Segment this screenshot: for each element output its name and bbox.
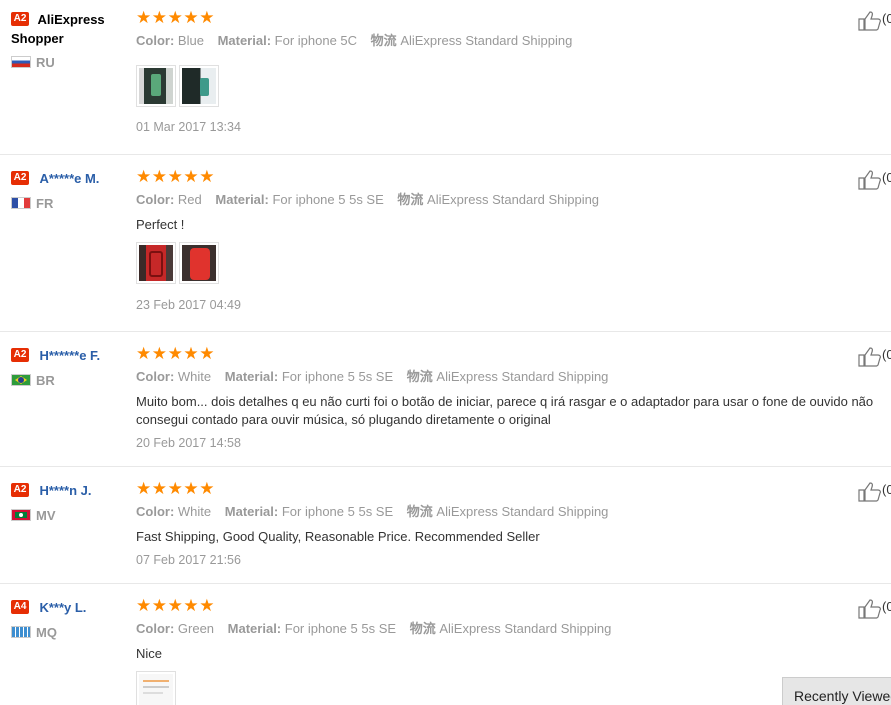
france-flag-icon	[11, 197, 31, 209]
review-photos	[136, 671, 876, 705]
buyer-level-badge: A2	[11, 12, 29, 26]
star-icon: ★	[136, 167, 152, 187]
review-date: 01 Mar 2017 13:34	[136, 120, 241, 134]
helpful-button[interactable]: (0)	[858, 599, 891, 619]
review-photos	[136, 242, 876, 284]
helpful-button[interactable]: (0)	[858, 11, 891, 31]
thumbs-up-icon	[858, 11, 881, 31]
review-content: ★ ★ ★ ★ ★ Color: Green Material: For iphone …	[136, 598, 876, 705]
martinique-flag-icon	[11, 626, 31, 638]
star-icon: ★	[183, 596, 199, 616]
reviewer-name[interactable]: K***y L.	[39, 600, 86, 615]
review-date: 07 Feb 2017 21:56	[136, 553, 241, 567]
reviewer-info: A2 A*****e M. FR	[11, 169, 126, 211]
review-text: Nice	[136, 646, 163, 661]
review-item: A2 AliExpress Shopper RU ★ ★ ★ ★ ★ Color: Bl…	[0, 0, 891, 155]
review-content: ★ ★ ★ ★ ★ Color: White Material: For iphone …	[136, 346, 876, 452]
star-icon: ★	[167, 344, 183, 364]
review-content: ★ ★ ★ ★ ★ Color: Blue Material: For iphone 5…	[136, 10, 876, 136]
review-content: ★ ★ ★ ★ ★ Color: Red Material: For iphone 5 …	[136, 169, 876, 314]
review-item: A2 A*****e M. FR ★ ★ ★ ★ ★ Color: Red Materi…	[0, 155, 891, 332]
star-icon: ★	[151, 596, 168, 616]
reviewer-name[interactable]: H****n J.	[39, 483, 91, 498]
order-attributes: Color: White Material: For iphone 5 5s S…	[136, 504, 609, 519]
review-date: 20 Feb 2017 14:58	[136, 436, 241, 450]
brazil-flag-icon	[11, 374, 31, 386]
review-content: ★ ★ ★ ★ ★ Color: White Material: For iphone …	[136, 481, 876, 569]
reviewer-country: FR	[11, 197, 53, 211]
star-icon: ★	[151, 8, 168, 28]
reviewer-name[interactable]: H******e F.	[39, 348, 100, 363]
star-rating: ★ ★ ★ ★ ★	[136, 481, 876, 498]
order-attributes: Color: White Material: For iphone 5 5s S…	[136, 369, 609, 384]
review-photos	[136, 65, 876, 107]
star-icon: ★	[183, 344, 199, 364]
star-rating: ★ ★ ★ ★ ★	[136, 598, 876, 615]
buyer-level-badge: A2	[11, 348, 29, 362]
review-photo-thumbnail[interactable]	[179, 65, 219, 107]
helpful-button[interactable]: (0)	[858, 347, 891, 367]
star-icon: ★	[183, 167, 199, 187]
review-date: 23 Feb 2017 04:49	[136, 298, 241, 312]
reviewer-name[interactable]: A*****e M.	[39, 171, 99, 186]
review-photo-thumbnail[interactable]	[136, 65, 176, 107]
review-photo-thumbnail[interactable]	[136, 671, 176, 705]
review-text: Muito bom... dois detalhes q eu não curt…	[136, 394, 874, 427]
review-text: Perfect !	[136, 217, 185, 232]
thumbs-up-icon	[858, 482, 881, 502]
review-photo-thumbnail[interactable]	[136, 242, 176, 284]
star-icon: ★	[136, 8, 152, 28]
buyer-level-badge: A4	[11, 600, 29, 614]
russia-flag-icon	[11, 56, 31, 68]
reviewer-country: BR	[11, 374, 55, 388]
review-item: A2 H******e F. BR ★ ★ ★ ★ ★ Color: White Mat…	[0, 332, 891, 467]
review-item: A2 H****n J. MV ★ ★ ★ ★ ★ Color: White Mater…	[0, 467, 891, 584]
order-attributes: Color: Blue Material: For iphone 5C 物流 A…	[136, 33, 573, 48]
thumbs-up-icon	[858, 599, 881, 619]
reviewer-country: RU	[11, 56, 55, 70]
recently-viewed-tab[interactable]: Recently Viewed	[782, 677, 891, 705]
buyer-level-badge: A2	[11, 483, 29, 497]
star-icon: ★	[183, 8, 199, 28]
star-icon: ★	[151, 167, 168, 187]
star-icon: ★	[151, 344, 168, 364]
review-photo-thumbnail[interactable]	[179, 242, 219, 284]
star-icon: ★	[151, 479, 168, 499]
star-rating: ★ ★ ★ ★ ★	[136, 346, 876, 363]
star-icon: ★	[199, 8, 215, 28]
order-attributes: Color: Red Material: For iphone 5 5s SE …	[136, 192, 600, 207]
thumbs-up-icon	[858, 170, 881, 190]
star-rating: ★ ★ ★ ★ ★	[136, 169, 876, 186]
review-text: Fast Shipping, Good Quality, Reasonable …	[136, 529, 540, 544]
star-icon: ★	[199, 167, 215, 187]
reviewer-country: MQ	[11, 626, 57, 640]
thumbs-up-icon	[858, 347, 881, 367]
reviewer-info: A2 AliExpress Shopper RU	[11, 10, 126, 70]
star-icon: ★	[167, 8, 183, 28]
star-icon: ★	[136, 479, 152, 499]
maldives-flag-icon	[11, 509, 31, 521]
reviewer-info: A2 H****n J. MV	[11, 481, 126, 523]
helpful-button[interactable]: (0)	[858, 482, 891, 502]
reviewer-info: A2 H******e F. BR	[11, 346, 126, 388]
star-icon: ★	[183, 479, 199, 499]
star-icon: ★	[167, 596, 183, 616]
star-icon: ★	[199, 344, 215, 364]
review-item: A4 K***y L. MQ ★ ★ ★ ★ ★ Color: Green Materi…	[0, 584, 891, 705]
star-icon: ★	[136, 596, 152, 616]
order-attributes: Color: Green Material: For iphone 5 5s S…	[136, 621, 612, 636]
reviewer-country: MV	[11, 509, 56, 523]
star-icon: ★	[199, 596, 215, 616]
reviewer-info: A4 K***y L. MQ	[11, 598, 126, 640]
star-icon: ★	[199, 479, 215, 499]
star-icon: ★	[136, 344, 152, 364]
star-rating: ★ ★ ★ ★ ★	[136, 10, 876, 27]
star-icon: ★	[167, 479, 183, 499]
star-icon: ★	[167, 167, 183, 187]
buyer-level-badge: A2	[11, 171, 29, 185]
helpful-button[interactable]: (0)	[858, 170, 891, 190]
